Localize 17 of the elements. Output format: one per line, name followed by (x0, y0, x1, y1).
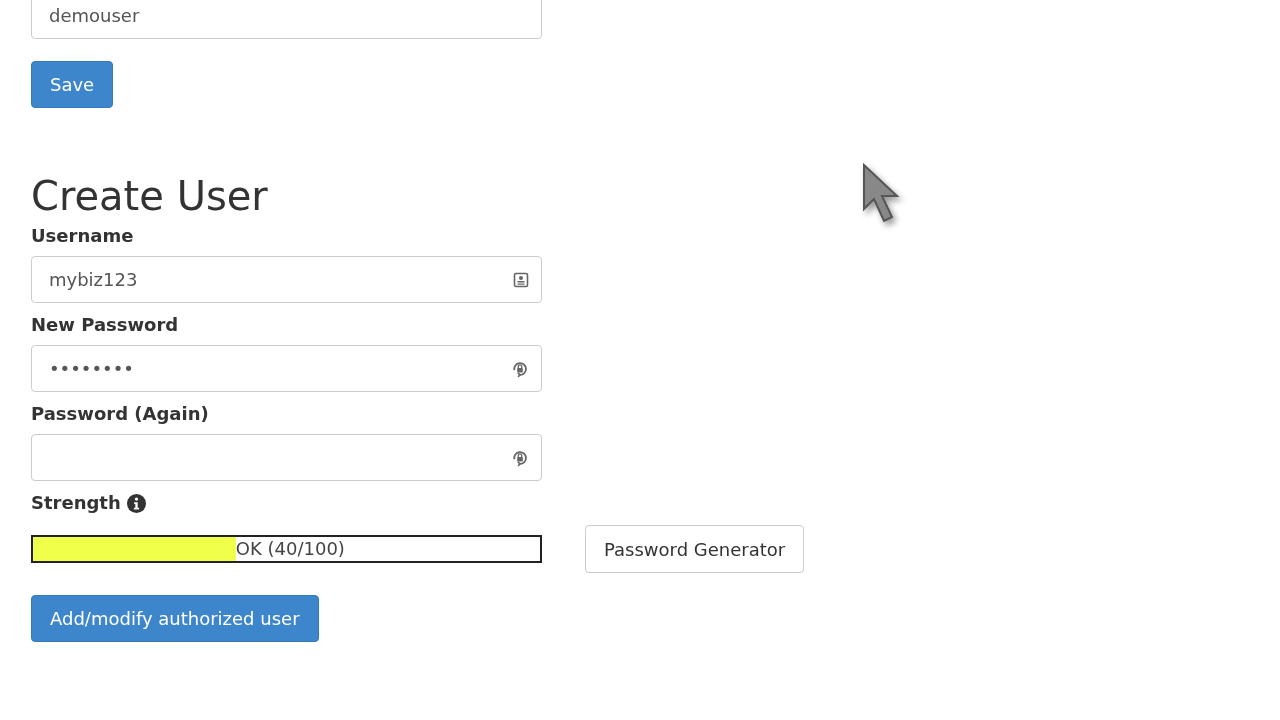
lock-refresh-icon (511, 359, 529, 378)
section-heading: Create User (31, 172, 268, 221)
password-field[interactable] (31, 434, 542, 481)
username-field[interactable]: mybiz123 (31, 256, 542, 303)
field-label: Strength (31, 491, 121, 515)
lock-refresh-icon (511, 448, 529, 467)
info-icon[interactable] (126, 493, 146, 513)
strength-reading: OK (40/100) (235, 537, 345, 561)
contact-card-icon (513, 271, 529, 288)
field-label: Password (Again) (31, 402, 209, 426)
password-field[interactable]: •••••••• (31, 345, 542, 392)
save-button[interactable]: Save (31, 61, 114, 108)
add-user-button[interactable]: Add/modify authorized user (31, 595, 319, 642)
field-label: Username (31, 224, 134, 248)
password-generator-button[interactable]: Password Generator (585, 525, 805, 573)
username-field[interactable]: demouser (31, 0, 542, 39)
field-label: New Password (31, 313, 179, 337)
